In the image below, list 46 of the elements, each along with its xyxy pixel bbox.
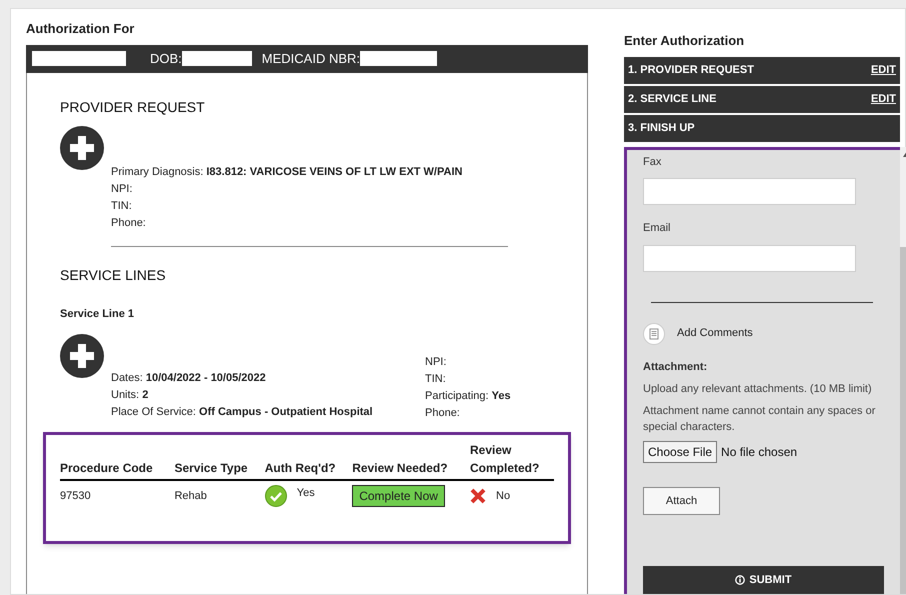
field-label: Fax	[643, 154, 662, 170]
provider-detail: NPI:	[111, 182, 134, 196]
service-detail: Units: 2	[111, 388, 150, 403]
section-heading: PROVIDER REQUEST	[60, 98, 206, 117]
column-header: Auth Req'd?	[264, 441, 352, 480]
table-cell: 97530	[60, 480, 174, 507]
service-line-title: Service Line 1	[60, 306, 135, 322]
medicaid-label: MEDICAID NBR:	[262, 50, 360, 68]
file-status: No file chosen	[721, 444, 798, 461]
table-cell-text: Yes	[296, 486, 315, 501]
service-detail: Phone:	[425, 406, 461, 421]
submit-button[interactable]: SUBMIT	[643, 566, 884, 594]
field-label: Email	[643, 221, 672, 236]
step-bar[interactable]: 3. FINISH UP	[624, 114, 900, 142]
provider-detail: Phone:	[111, 216, 147, 230]
service-detail: NPI:	[425, 355, 448, 370]
section-heading: SERVICE LINES	[60, 266, 167, 284]
table-cell-text: No	[496, 488, 510, 504]
complete-now-button[interactable]: Complete Now	[352, 485, 445, 507]
step-bar[interactable]: 2. SERVICE LINE EDIT	[624, 86, 900, 112]
step-bar[interactable]: 1. PROVIDER REQUEST EDIT	[624, 56, 900, 84]
attachment-label: Attachment:	[643, 360, 708, 374]
service-detail: Participating: Yes	[425, 389, 511, 404]
column-header: Review Completed?	[470, 441, 554, 480]
attachment-note: Attachment name cannot contain any spaces or special characters.	[643, 404, 876, 435]
step-label: 2. SERVICE LINE	[628, 92, 716, 107]
table-cell: Rehab	[174, 480, 265, 507]
provider-detail: Primary Diagnosis: I83.812: VARICOSE VEINS OF LT LW EXT W/PAIN	[111, 164, 464, 180]
attachment-note: Upload any relevant attachments. (10 MB limit)	[643, 382, 873, 397]
provider-detail: TIN:	[111, 198, 133, 214]
step-label: 1. PROVIDER REQUEST	[628, 62, 754, 78]
add-comments-link[interactable]: Add Comments	[677, 325, 753, 342]
service-detail: Dates: 10/04/2022 - 10/05/2022	[111, 371, 267, 386]
edit-link[interactable]: EDIT	[870, 62, 896, 78]
dob-label: DOB:	[150, 50, 182, 68]
column-header: Review Needed?	[352, 441, 470, 480]
attach-button[interactable]: Attach	[643, 487, 720, 515]
column-header: Service Type	[174, 441, 265, 480]
section-title: Authorization For	[26, 20, 136, 38]
edit-link[interactable]: EDIT	[870, 90, 896, 108]
service-detail: Place Of Service: Off Campus - Outpatient Hospital	[111, 405, 374, 420]
choose-file-button[interactable]: Choose File	[643, 441, 718, 463]
step-label: 3. FINISH UP	[628, 120, 695, 136]
column-header: Procedure Code	[60, 441, 174, 480]
panel-title: Enter Authorization	[624, 32, 746, 50]
service-detail: TIN:	[425, 372, 447, 387]
